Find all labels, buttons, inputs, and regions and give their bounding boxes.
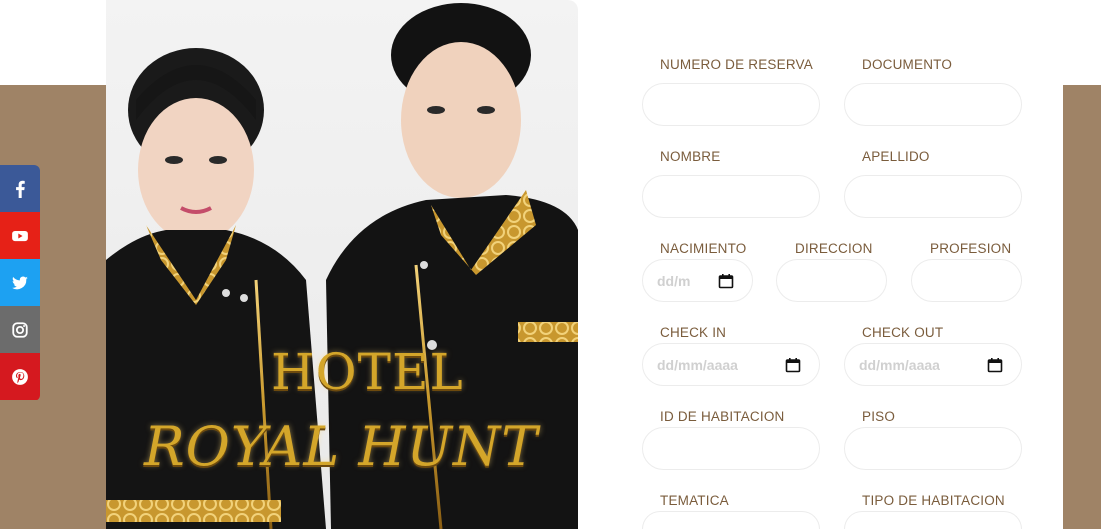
profesion-input[interactable] bbox=[911, 259, 1022, 302]
facebook-icon bbox=[16, 180, 25, 198]
calendar-icon[interactable] bbox=[785, 357, 801, 373]
piso-input[interactable] bbox=[844, 427, 1022, 470]
check-out-input[interactable]: dd/mm/aaaa bbox=[844, 343, 1022, 386]
profesion-label: PROFESION bbox=[930, 241, 1012, 256]
check-in-input[interactable]: dd/mm/aaaa bbox=[642, 343, 820, 386]
youtube-icon bbox=[12, 230, 28, 241]
documento-label: DOCUMENTO bbox=[862, 57, 953, 72]
tipo-habitacion-label: TIPO DE HABITACION bbox=[862, 493, 1005, 508]
nombre-label: NOMBRE bbox=[660, 149, 721, 164]
twitter-button[interactable] bbox=[0, 259, 40, 306]
tipo-habitacion-select[interactable] bbox=[844, 511, 1022, 529]
instagram-button[interactable] bbox=[0, 306, 40, 353]
youtube-button[interactable] bbox=[0, 212, 40, 259]
tematica-select[interactable] bbox=[642, 511, 820, 529]
facebook-button[interactable] bbox=[0, 165, 40, 212]
instagram-icon bbox=[12, 321, 28, 338]
direccion-input[interactable] bbox=[776, 259, 887, 302]
apellido-input[interactable] bbox=[844, 175, 1022, 218]
numero-reserva-label: NUMERO DE RESERVA bbox=[660, 57, 813, 72]
twitter-icon bbox=[12, 276, 28, 289]
nacimiento-label: NACIMIENTO bbox=[660, 241, 747, 256]
social-sidebar bbox=[0, 165, 40, 401]
hero-image: HOTEL ROYAL HUNT bbox=[106, 0, 578, 529]
check-in-label: CHECK IN bbox=[660, 325, 727, 340]
tematica-label: TEMATICA bbox=[660, 493, 729, 508]
pinterest-icon bbox=[12, 368, 28, 385]
calendar-icon[interactable] bbox=[718, 273, 734, 289]
id-habitacion-input[interactable] bbox=[642, 427, 820, 470]
check-in-value: dd/mm/aaaa bbox=[657, 356, 738, 373]
pinterest-button[interactable] bbox=[0, 353, 40, 400]
nacimiento-input[interactable]: dd/m bbox=[642, 259, 753, 302]
registration-form: NUMERO DE RESERVA DOCUMENTO NOMBRE APELL… bbox=[578, 0, 1063, 529]
calendar-icon[interactable] bbox=[987, 357, 1003, 373]
nacimiento-value: dd/m bbox=[657, 272, 691, 289]
apellido-label: APELLIDO bbox=[862, 149, 930, 164]
id-habitacion-label: ID DE HABITACION bbox=[660, 409, 785, 424]
check-out-value: dd/mm/aaaa bbox=[859, 356, 940, 373]
hero-title-hotel: HOTEL bbox=[271, 343, 464, 401]
documento-input[interactable] bbox=[844, 83, 1022, 126]
piso-label: PISO bbox=[862, 409, 896, 424]
nombre-input[interactable] bbox=[642, 175, 820, 218]
direccion-label: DIRECCION bbox=[795, 241, 873, 256]
check-out-label: CHECK OUT bbox=[862, 325, 944, 340]
numero-reserva-input[interactable] bbox=[642, 83, 820, 126]
hero-title-royal-hunt: ROYAL HUNT bbox=[144, 415, 539, 478]
